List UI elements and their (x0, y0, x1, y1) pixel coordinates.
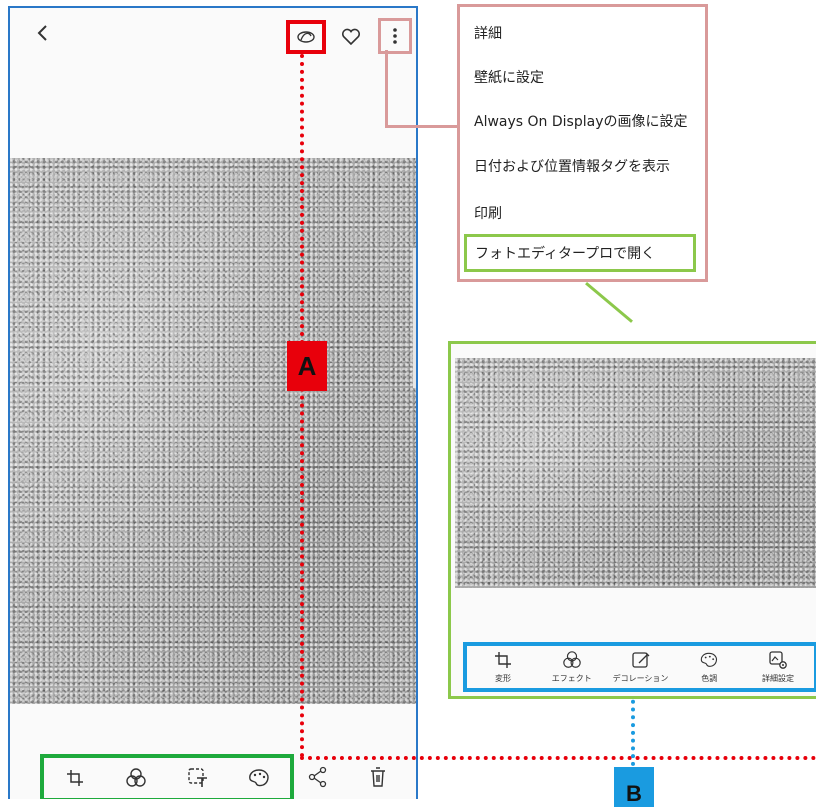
effects-icon (126, 768, 146, 787)
back-icon (37, 25, 47, 41)
share-icon (308, 766, 327, 788)
editor-tool-color[interactable]: 色調 (679, 650, 739, 684)
editor-photo-image (455, 358, 816, 588)
crop-rotate-icon (66, 770, 83, 786)
photo-image[interactable] (10, 158, 416, 704)
menu-item-set-aod[interactable]: Always On Displayの画像に設定 (474, 111, 687, 131)
editor-tool-label: デコレーション (612, 674, 669, 683)
back-button[interactable] (30, 20, 56, 46)
effects-button[interactable] (116, 760, 156, 796)
remaster-button[interactable] (286, 20, 326, 54)
more-options-menu: 詳細 壁紙に設定 Always On Displayの画像に設定 日付および位置… (457, 4, 708, 282)
editor-tool-advanced[interactable]: 詳細設定 (748, 650, 808, 684)
menu-item-set-wallpaper[interactable]: 壁紙に設定 (474, 67, 544, 87)
crop-button[interactable] (55, 760, 95, 796)
menu-item-details[interactable]: 詳細 (474, 23, 502, 43)
decoration-icon (188, 768, 207, 787)
more-options-button[interactable] (378, 18, 412, 54)
color-palette-icon (701, 652, 718, 667)
menu-connector-horizontal (385, 125, 457, 128)
favorite-button[interactable] (338, 24, 364, 50)
editor-tool-effects[interactable]: エフェクト (542, 650, 602, 684)
crop-rotate-icon (495, 652, 511, 668)
color-palette-icon (249, 769, 269, 787)
quick-edit-toolbar (40, 754, 294, 799)
editor-tool-label: 変形 (495, 674, 511, 683)
callout-a-line-vertical (300, 54, 304, 758)
callout-b-label: B (614, 767, 654, 807)
photo-editor-preview: 変形 エフェクト デコレーション 色調 詳細設定 (448, 341, 816, 699)
editor-connector (585, 282, 633, 323)
menu-item-show-tags[interactable]: 日付および位置情報タグを表示 (474, 156, 670, 176)
menu-connector-vertical (385, 50, 388, 128)
scroll-handle (413, 248, 416, 388)
callout-a-label: A (287, 341, 327, 391)
heart-icon (341, 28, 361, 46)
menu-item-print[interactable]: 印刷 (474, 203, 502, 223)
callout-b-line (631, 692, 635, 766)
effects-icon (562, 651, 581, 668)
gallery-viewer (8, 6, 418, 799)
menu-item-open-photo-editor-pro[interactable]: フォトエディタープロで開く (464, 234, 696, 272)
callout-a-line-horizontal (300, 756, 816, 760)
delete-button[interactable] (368, 766, 398, 796)
editor-tool-label: 詳細設定 (762, 674, 794, 683)
share-button[interactable] (307, 766, 337, 796)
trash-icon (371, 767, 385, 787)
decoration-button[interactable] (178, 760, 218, 796)
image-settings-icon (769, 651, 787, 669)
remaster-icon (297, 31, 315, 43)
editor-tool-decoration[interactable]: デコレーション (611, 650, 671, 684)
color-button[interactable] (239, 760, 279, 796)
editor-tool-label: エフェクト (551, 674, 592, 683)
editor-tool-transform[interactable]: 変形 (473, 650, 533, 684)
more-vertical-icon (393, 28, 397, 44)
editor-toolbar: 変形 エフェクト デコレーション 色調 詳細設定 (463, 642, 816, 692)
editor-tool-label: 色調 (701, 674, 718, 683)
decoration-pen-icon (631, 652, 649, 668)
